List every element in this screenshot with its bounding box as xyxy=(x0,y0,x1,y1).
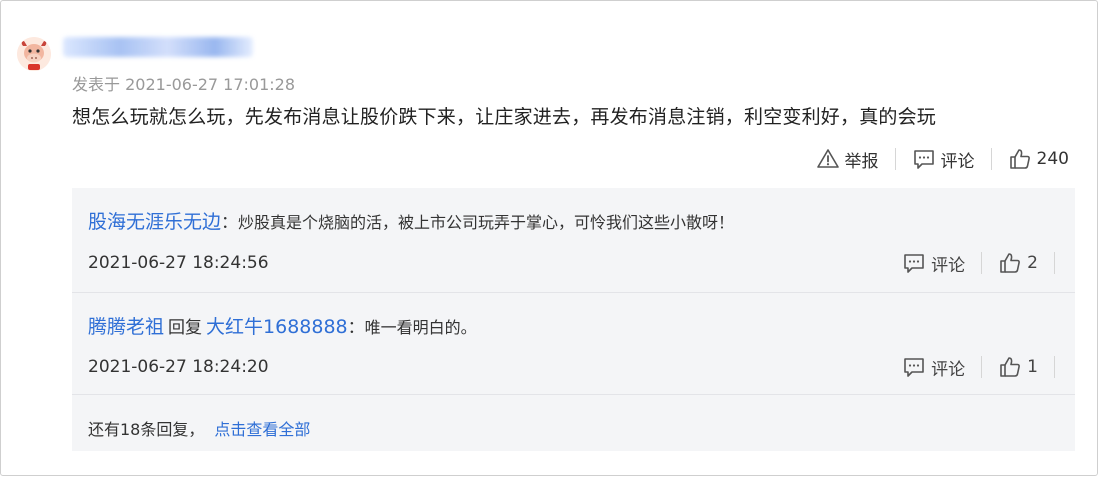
warning-icon xyxy=(816,149,839,168)
comment-text: 想怎么玩就怎么玩，先发布消息让股价跌下来，让庄家进去，再发布消息注销，利空变利好… xyxy=(72,106,937,128)
more-replies: 还有18条回复， 点击查看全部 xyxy=(88,416,310,440)
comment-bubble-icon xyxy=(913,150,934,169)
reply-divider xyxy=(72,394,1075,395)
reply-item: 腾腾老祖 回复 大红牛1688888：唯一看明白的。 xyxy=(88,312,477,339)
comment-bubble-icon xyxy=(904,254,924,273)
blurred-username[interactable] xyxy=(63,37,253,57)
reply-like-button[interactable]: 1 xyxy=(998,354,1038,380)
thumbs-up-icon xyxy=(1000,253,1021,273)
thumbs-up-icon xyxy=(1009,149,1030,169)
comment-button[interactable]: 评论 xyxy=(912,146,975,172)
action-divider xyxy=(990,148,992,170)
action-divider xyxy=(981,252,983,274)
post-timestamp: 2021-06-27 17:01:28 xyxy=(125,75,296,94)
reply-actions: 评论 2 xyxy=(902,250,1055,276)
comment-bubble-icon xyxy=(904,358,924,377)
reply-divider xyxy=(72,292,1075,293)
reply-to-username[interactable]: 大红牛1688888 xyxy=(206,316,348,338)
more-replies-count: 还有18条回复， xyxy=(88,420,205,439)
reply-panel: 股海无涯乐无边：炒股真是个烧脑的活，被上市公司玩弄于掌心，可怜我们这些小散呀！ … xyxy=(72,188,1075,451)
like-count: 240 xyxy=(1036,149,1069,169)
posted-label: 发表于 xyxy=(72,75,121,94)
reply-like-count: 1 xyxy=(1027,357,1038,377)
action-divider xyxy=(894,148,896,170)
reply-comment-button[interactable]: 评论 xyxy=(902,354,965,380)
comment-label: 评论 xyxy=(940,151,975,172)
report-label: 举报 xyxy=(844,151,879,172)
report-button[interactable]: 举报 xyxy=(816,146,879,172)
reply-actions: 评论 1 xyxy=(902,354,1055,380)
action-divider xyxy=(1054,356,1055,378)
reply-like-button[interactable]: 2 xyxy=(998,250,1038,276)
reply-colon: ： xyxy=(347,318,365,338)
reply-username[interactable]: 股海无涯乐无边 xyxy=(88,211,221,233)
like-button[interactable]: 240 xyxy=(1008,146,1069,172)
reply-comment-label: 评论 xyxy=(931,255,966,276)
reply-username[interactable]: 腾腾老祖 xyxy=(88,316,164,338)
view-all-link[interactable]: 点击查看全部 xyxy=(214,420,310,439)
comment-card: 发表于 2021-06-27 17:01:28 想怎么玩就怎么玩，先发布消息让股… xyxy=(0,0,1098,476)
reply-comment-label: 评论 xyxy=(931,359,966,380)
reply-colon: ： xyxy=(221,213,239,233)
thumbs-up-icon xyxy=(1000,357,1021,377)
action-divider xyxy=(981,356,983,378)
reply-comment-button[interactable]: 评论 xyxy=(902,250,965,276)
reply-text: 炒股真是个烧脑的活，被上市公司玩弄于掌心，可怜我们这些小散呀！ xyxy=(238,213,735,232)
post-time: 发表于 2021-06-27 17:01:28 xyxy=(72,71,295,95)
reply-timestamp: 2021-06-27 18:24:20 xyxy=(88,357,269,377)
comment-actions: 举报 评论 240 xyxy=(816,146,1069,172)
action-divider xyxy=(1054,252,1055,274)
reply-item: 股海无涯乐无边：炒股真是个烧脑的活，被上市公司玩弄于掌心，可怜我们这些小散呀！ xyxy=(88,207,734,234)
reply-text: 唯一看明白的。 xyxy=(364,318,477,337)
user-avatar[interactable] xyxy=(17,37,51,71)
reply-word: 回复 xyxy=(168,318,203,338)
ox-avatar-icon xyxy=(17,37,51,71)
reply-timestamp: 2021-06-27 18:24:56 xyxy=(88,253,269,273)
reply-like-count: 2 xyxy=(1027,253,1038,273)
